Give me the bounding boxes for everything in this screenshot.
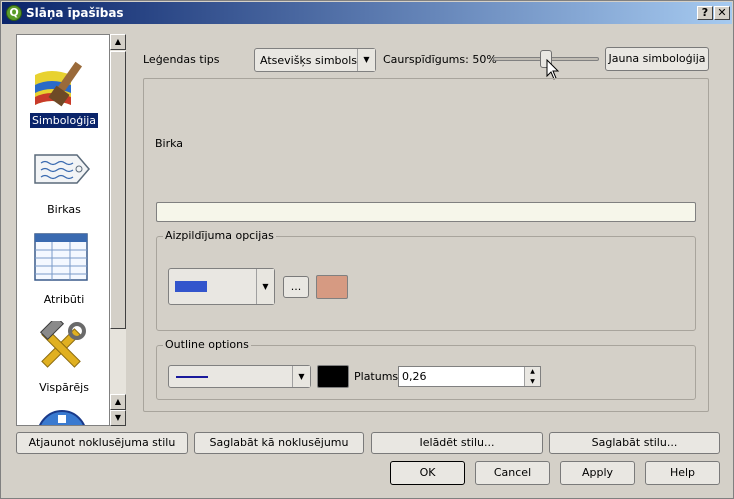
fill-more-button[interactable]: ... [283, 276, 309, 298]
width-spinbox[interactable]: 0,26 ▲ ▼ [398, 366, 541, 387]
sidebar-item-label: Vispārējs [39, 381, 89, 394]
qgis-app-icon: Q [6, 5, 22, 21]
fill-color-button[interactable] [316, 275, 348, 299]
fill-options-title: Aizpildījuma opcijas [163, 229, 276, 242]
fill-style-preview [175, 281, 207, 292]
outline-style-preview [176, 376, 208, 378]
general-tools-icon [39, 321, 86, 368]
legend-type-combo[interactable]: Atsevišķs simbols ▼ [254, 48, 376, 72]
sidebar-item-symbology[interactable]: Simboloģija [17, 53, 109, 129]
label-field-title: Birka [155, 137, 184, 150]
sidebar-item-label: Atribūti [43, 293, 85, 306]
transparency-label: Caurspīdīgums: 50% [383, 53, 497, 66]
layer-properties-dialog: Q Slāņa īpašības ? ✕ Simboloģija Birkas … [0, 0, 734, 499]
help-button[interactable]: Help [645, 461, 720, 485]
scroll-down-button[interactable]: ▼ [110, 410, 126, 426]
scroll-up-button[interactable]: ▲ [110, 34, 126, 50]
scroll-up-button-lower[interactable]: ▲ [110, 394, 126, 410]
ok-button[interactable]: OK [390, 461, 465, 485]
legend-type-value: Atsevišķs simbols [260, 54, 358, 67]
sidebar-item-label: Birkas [47, 203, 81, 216]
metadata-icon [39, 410, 85, 425]
sidebar-list: Simboloģija Birkas Atribūti Vispārējs [16, 34, 110, 426]
label-tag-icon [34, 154, 90, 184]
sidebar-scrollbar[interactable]: ▲ ▲ ▼ [110, 34, 126, 426]
chevron-down-icon: ▼ [357, 49, 375, 71]
symbology-brush-icon [35, 61, 83, 107]
window-title: Slāņa īpašības [26, 6, 124, 20]
sidebar-item-attributes[interactable]: Atribūti [17, 231, 109, 307]
apply-button[interactable]: Apply [560, 461, 635, 485]
new-symbology-button[interactable]: Jauna simboloģija [605, 47, 709, 71]
outline-options-title: Outline options [163, 338, 251, 351]
sidebar-item-metadata[interactable] [17, 407, 109, 425]
spin-up-button[interactable]: ▲ [524, 367, 540, 377]
outline-style-combo[interactable]: ▼ [168, 365, 311, 388]
outline-color-button[interactable] [317, 365, 349, 388]
title-bar[interactable]: Q Slāņa īpašības ? ✕ [2, 2, 732, 24]
help-titlebar-button[interactable]: ? [697, 6, 713, 20]
scroll-thumb[interactable] [110, 51, 126, 329]
chevron-down-icon: ▼ [292, 366, 310, 387]
save-style-button[interactable]: Saglabāt stilu... [549, 432, 720, 454]
load-style-button[interactable]: Ielādēt stilu... [371, 432, 543, 454]
chevron-down-icon: ▼ [256, 269, 274, 304]
spin-down-button[interactable]: ▼ [524, 377, 540, 386]
width-value: 0,26 [402, 370, 427, 383]
attribute-table-icon [34, 233, 88, 281]
sidebar-item-general[interactable]: Vispārējs [17, 319, 109, 395]
width-label: Platums [354, 370, 399, 383]
sidebar-item-label: Simboloģija [28, 112, 100, 129]
sidebar-item-labels[interactable]: Birkas [17, 143, 109, 219]
legend-type-label: Leģendas tips [143, 53, 220, 66]
restore-default-style-button[interactable]: Atjaunot noklusējuma stilu [16, 432, 188, 454]
fill-style-combo[interactable]: ▼ [168, 268, 275, 305]
cancel-button[interactable]: Cancel [475, 461, 550, 485]
close-button[interactable]: ✕ [714, 6, 730, 20]
label-input[interactable] [156, 202, 696, 222]
save-as-default-button[interactable]: Saglabāt kā noklusējumu [194, 432, 364, 454]
